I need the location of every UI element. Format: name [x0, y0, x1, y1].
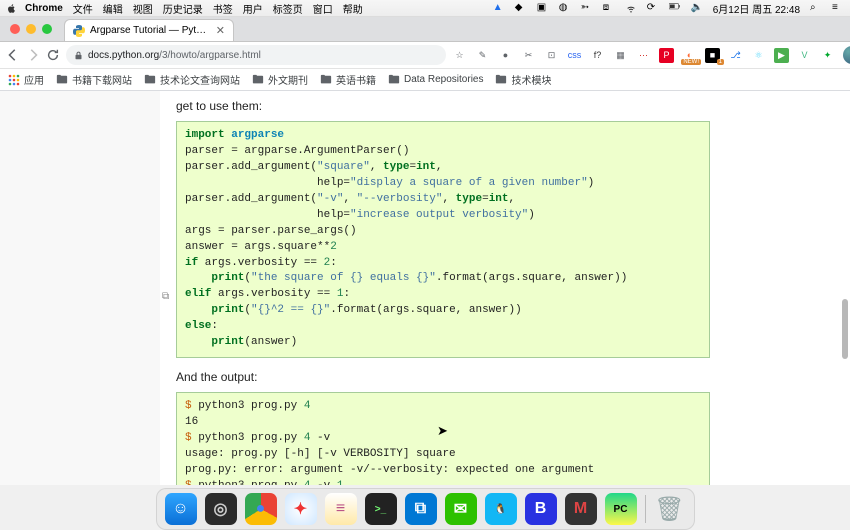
- menu-window[interactable]: 窗口: [313, 1, 333, 16]
- status-volume-icon[interactable]: 🔈: [691, 2, 703, 14]
- trash-icon[interactable]: 🗑: [654, 493, 686, 525]
- ext-read-icon[interactable]: ✎: [475, 48, 490, 63]
- bookmark-folder[interactable]: Data Repositories: [388, 74, 483, 86]
- menu-help[interactable]: 帮助: [343, 1, 363, 16]
- ext-pinterest-icon[interactable]: P: [659, 48, 674, 63]
- folder-icon: [56, 74, 68, 86]
- ext-adblock-icon[interactable]: ●: [498, 48, 513, 63]
- dock-region: ☺◎●✦≡>_⧉✉🐧BMPC 🗑: [0, 485, 850, 530]
- intro-text: get to use them:: [176, 97, 710, 115]
- code-block-shell: $ python3 prog.py 4 16 $ python3 prog.py…: [176, 392, 710, 485]
- reload-button[interactable]: [46, 47, 60, 63]
- browser-tab[interactable]: Argparse Tutorial — Python 3… ✕: [64, 19, 234, 41]
- finder-icon[interactable]: ☺: [165, 493, 197, 525]
- chrome-toolbar: docs.python.org/3/howto/argparse.html ☆ ✎…: [0, 42, 850, 69]
- ext-font-icon[interactable]: f?: [590, 48, 605, 63]
- folder-icon: [495, 74, 507, 86]
- bookmark-folder[interactable]: 书籍下载网站: [56, 72, 132, 87]
- menubar-clock[interactable]: 6月12日 周五 22:48: [713, 1, 800, 16]
- ext-lastpass-icon[interactable]: ⋯: [636, 48, 651, 63]
- menu-file[interactable]: 文件: [73, 1, 93, 16]
- ext-vue-icon[interactable]: V: [797, 48, 812, 63]
- control-center-icon[interactable]: ≡: [832, 2, 844, 14]
- status-magnet-icon[interactable]: ▲: [493, 2, 505, 14]
- status-battery-icon[interactable]: [669, 2, 681, 14]
- safari-icon[interactable]: ✦: [285, 493, 317, 525]
- window-close-button[interactable]: [10, 24, 20, 34]
- chrome-icon[interactable]: ●: [245, 493, 277, 525]
- status-clipboard-icon[interactable]: ▣: [537, 2, 549, 14]
- address-bar[interactable]: docs.python.org/3/howto/argparse.html: [66, 45, 446, 65]
- baidu-icon[interactable]: B: [525, 493, 557, 525]
- dock: ☺◎●✦≡>_⧉✉🐧BMPC 🗑: [156, 488, 695, 530]
- ext-evernote-icon[interactable]: ✦: [820, 48, 835, 63]
- back-button[interactable]: [6, 47, 20, 63]
- status-dropbox-icon[interactable]: ⧈: [603, 2, 615, 14]
- folder-icon: [252, 74, 264, 86]
- profile-avatar-icon[interactable]: [843, 46, 850, 64]
- menu-edit[interactable]: 编辑: [103, 1, 123, 16]
- iterm-icon[interactable]: >_: [365, 493, 397, 525]
- bookmark-folder[interactable]: 技术论文查询网站: [144, 72, 240, 87]
- pycharm-icon[interactable]: PC: [605, 493, 637, 525]
- obs-icon[interactable]: ◎: [205, 493, 237, 525]
- forward-button[interactable]: [26, 47, 40, 63]
- folder-icon: [320, 74, 332, 86]
- menu-view[interactable]: 视图: [133, 1, 153, 16]
- wechat-icon[interactable]: ✉: [445, 493, 477, 525]
- mweb-icon[interactable]: M: [565, 493, 597, 525]
- apps-shortcut[interactable]: 应用: [8, 72, 44, 87]
- status-wifi-icon[interactable]: [625, 2, 637, 14]
- lock-icon: [74, 51, 83, 60]
- ext-octotree-icon[interactable]: ⎇: [728, 48, 743, 63]
- menu-history[interactable]: 历史记录: [163, 1, 203, 16]
- ext-bookmark-icon[interactable]: ☆: [452, 48, 467, 63]
- menu-people[interactable]: 用户: [243, 1, 263, 16]
- ext-snippet-icon[interactable]: ✂: [521, 48, 536, 63]
- folder-icon: [144, 74, 156, 86]
- url-text: docs.python.org/3/howto/argparse.html: [88, 50, 261, 61]
- window-controls: [10, 24, 52, 34]
- docs-sidebar: [0, 91, 160, 485]
- tab-close-icon[interactable]: ✕: [216, 24, 225, 37]
- scrollbar-thumb[interactable]: [842, 299, 848, 359]
- status-circle-icon[interactable]: ◍: [559, 2, 571, 14]
- folder-icon: [388, 74, 400, 86]
- status-shield-icon[interactable]: ◆: [515, 2, 527, 14]
- vscode-icon[interactable]: ⧉: [405, 493, 437, 525]
- menu-bookmarks[interactable]: 书签: [213, 1, 233, 16]
- python-favicon-icon: [73, 25, 85, 37]
- ext-css-icon[interactable]: css: [567, 48, 582, 63]
- window-minimize-button[interactable]: [26, 24, 36, 34]
- bookmark-folder[interactable]: 外文期刊: [252, 72, 308, 87]
- code-block-python: import argparse parser = argparse.Argume…: [176, 121, 710, 358]
- ext-video-icon[interactable]: ▶: [774, 48, 789, 63]
- apps-grid-icon: [8, 74, 20, 86]
- ext-devtools-icon[interactable]: ⊡: [544, 48, 559, 63]
- window-zoom-button[interactable]: [42, 24, 52, 34]
- bookmark-folder[interactable]: 英语书籍: [320, 72, 376, 87]
- bookmark-folder[interactable]: 技术模块: [495, 72, 551, 87]
- mac-menubar: Chrome 文件 编辑 视图 历史记录 书签 用户 标签页 窗口 帮助 ▲ ◆…: [0, 0, 850, 17]
- notes-icon[interactable]: ≡: [325, 493, 357, 525]
- copy-code-icon[interactable]: ⧉: [162, 291, 174, 303]
- chrome-tab-strip: Argparse Tutorial — Python 3… ✕: [0, 17, 850, 42]
- ext-react-icon[interactable]: ⚛: [751, 48, 766, 63]
- between-text: And the output:: [176, 368, 710, 386]
- menubar-app-name[interactable]: Chrome: [25, 3, 63, 14]
- page-viewport[interactable]: ⧉ get to use them: import argparse parse…: [0, 91, 850, 485]
- ext-postman-icon[interactable]: ◐: [682, 48, 697, 63]
- ext-grid-icon[interactable]: ▦: [613, 48, 628, 63]
- apple-icon[interactable]: [6, 3, 17, 14]
- ext-tampermonkey-icon[interactable]: ■: [705, 48, 720, 63]
- tab-title: Argparse Tutorial — Python 3…: [90, 25, 211, 36]
- status-fantastical-icon[interactable]: ➳: [581, 2, 593, 14]
- qq-icon[interactable]: 🐧: [485, 493, 517, 525]
- dock-separator: [645, 495, 646, 523]
- spotlight-icon[interactable]: ⌕: [810, 2, 822, 14]
- bookmarks-bar: 应用 书籍下载网站技术论文查询网站外文期刊英语书籍 Data Repositori…: [0, 69, 850, 91]
- menu-tab[interactable]: 标签页: [273, 1, 303, 16]
- status-sync-icon[interactable]: ⟳: [647, 2, 659, 14]
